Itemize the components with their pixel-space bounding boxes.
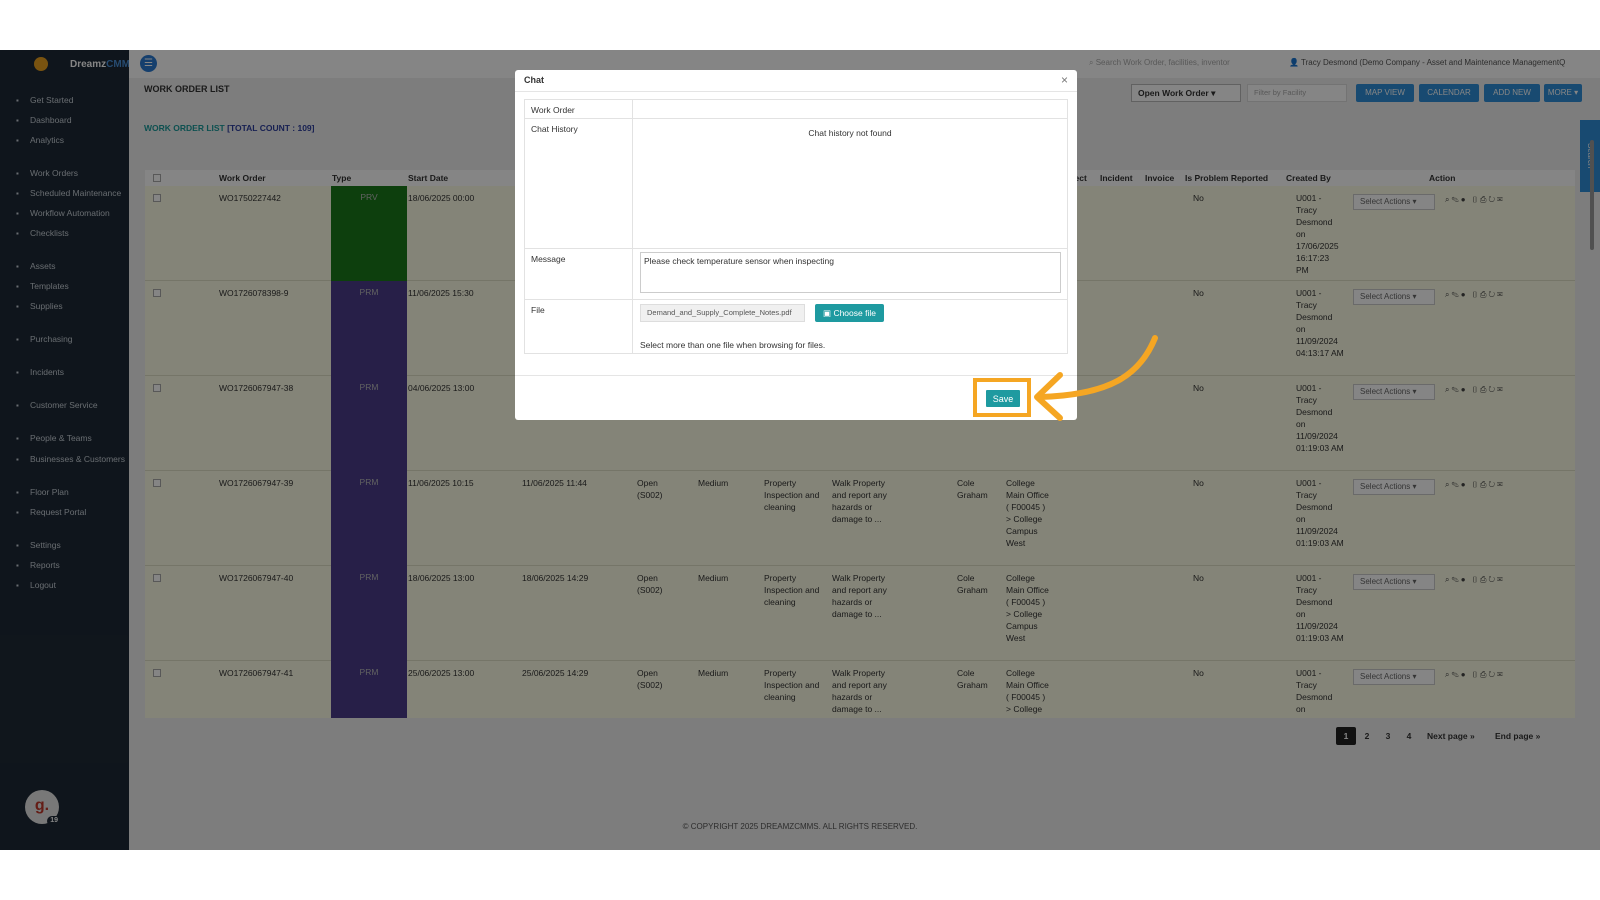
selected-file-name: Demand_and_Supply_Complete_Notes.pdf: [640, 304, 805, 322]
row-chat-history: Chat History Chat history not found: [525, 119, 1067, 249]
file-hint: Select more than one file when browsing …: [640, 340, 826, 350]
label-work-order: Work Order: [531, 105, 575, 115]
chat-form-table: Work Order Chat History Chat history not…: [524, 99, 1068, 354]
chat-history-empty: Chat history not found: [808, 128, 892, 138]
save-button[interactable]: Save: [985, 389, 1021, 408]
modal-title: Chat: [524, 75, 544, 85]
label-chat-history: Chat History: [531, 124, 578, 134]
choose-file-button[interactable]: ▣ Choose file: [815, 304, 884, 322]
close-icon[interactable]: ×: [1061, 73, 1068, 87]
modal-header: Chat ×: [515, 70, 1077, 92]
label-file: File: [531, 305, 545, 315]
row-message: Message Please check temperature sensor …: [525, 249, 1067, 300]
choose-file-label: Choose file: [833, 308, 876, 318]
label-message: Message: [531, 254, 566, 264]
chat-modal: Chat × Work Order Chat History Chat hist…: [515, 70, 1077, 420]
row-work-order: Work Order: [525, 100, 1067, 119]
modal-footer-divider: [515, 375, 1077, 376]
row-file: File Demand_and_Supply_Complete_Notes.pd…: [525, 300, 1067, 354]
message-textarea[interactable]: Please check temperature sensor when ins…: [640, 252, 1061, 293]
file-icon: ▣: [823, 308, 834, 318]
